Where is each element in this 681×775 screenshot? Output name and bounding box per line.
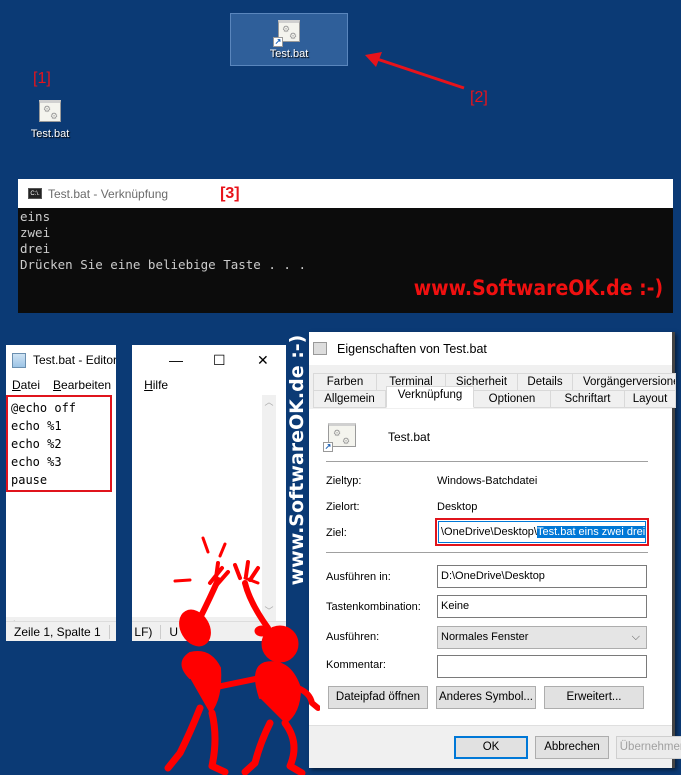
apply-button[interactable]: Übernehmen xyxy=(616,736,681,759)
cancel-button[interactable]: Abbrechen xyxy=(535,736,609,759)
notepad-title: Test.bat - Editor xyxy=(33,353,118,367)
zieltyp-value: Windows-Batchdatei xyxy=(437,475,538,487)
kommentar-input[interactable] xyxy=(437,655,647,678)
ausfuehren-label: Ausführen: xyxy=(326,631,380,643)
tab-allgemein[interactable]: Allgemein xyxy=(313,390,386,408)
batch-shortcut-icon: ⚙ ⚙ ↗ xyxy=(273,20,300,47)
desktop-icon-label: Test.bat xyxy=(269,48,309,60)
annotation-arrow xyxy=(365,52,465,90)
ziel-highlight: \OneDrive\Desktop\Test.bat eins zwei dre… xyxy=(435,518,649,546)
scroll-up-icon[interactable]: ︿ xyxy=(262,395,276,408)
shortcut-properties-icon xyxy=(313,342,327,355)
ok-button[interactable]: OK xyxy=(454,736,528,759)
chevron-down-icon: ⌵ xyxy=(631,631,640,643)
shortcut-arrow-icon: ↗ xyxy=(323,442,333,452)
ziel-selected-text: Test.bat eins zwei drei xyxy=(536,526,646,538)
tab-strip: Farben Terminal Sicherheit Details Vorgä… xyxy=(309,365,676,409)
advanced-button[interactable]: Erweitert... xyxy=(544,686,644,709)
zielort-value: Desktop xyxy=(437,501,478,513)
code-line: @echo off xyxy=(11,401,77,415)
marker-1: [1] xyxy=(33,70,51,87)
batch-code-highlight[interactable]: @echo off echo %1 echo %2 echo %3 pause xyxy=(6,395,112,492)
console-window[interactable]: C:\. Test.bat - Verknüpfung [3] eins zwe… xyxy=(18,179,673,313)
notepad-menubar: Datei Bearbeiten Hilfe xyxy=(6,375,286,395)
notepad-icon xyxy=(12,352,26,368)
tab-verknuepfung[interactable]: Verknüpfung xyxy=(386,386,474,408)
ausfuehren-in-input[interactable]: D:\OneDrive\Desktop xyxy=(437,565,647,588)
dialog-title: Eigenschaften von Test.bat xyxy=(337,341,487,356)
menu-datei[interactable]: Datei xyxy=(12,378,40,392)
cmd-icon: C:\. xyxy=(28,188,42,199)
notepad-titlebar[interactable]: Test.bat - Editor xyxy=(6,345,286,375)
window-gap xyxy=(116,345,132,641)
desktop-icon-label: Test.bat xyxy=(30,128,70,140)
watermark-text: www.SoftwareOK.de :-) xyxy=(413,276,663,300)
open-path-button[interactable]: Dateipfad öffnen xyxy=(328,686,428,709)
file-icon: ⚙ ⚙ ↗ xyxy=(323,423,356,452)
desktop-icon-test-bat[interactable]: ⚙ ⚙ Test.bat xyxy=(20,100,80,140)
tab-vorgaengerversionen[interactable]: Vorgängerversionen xyxy=(572,373,676,391)
marker-2: [2] xyxy=(470,89,488,106)
high-five-figures-illustration xyxy=(164,536,320,775)
close-button[interactable]: ✕ xyxy=(257,353,269,367)
marker-3: [3] xyxy=(220,184,240,202)
console-output[interactable]: eins zwei drei Drücken Sie eine beliebig… xyxy=(18,208,673,313)
ziel-input[interactable]: \OneDrive\Desktop\Test.bat eins zwei dre… xyxy=(438,521,646,543)
tab-details[interactable]: Details xyxy=(517,373,573,391)
code-line: echo %1 xyxy=(11,419,62,433)
maximize-button[interactable]: ☐ xyxy=(213,353,226,367)
console-line: Drücken Sie eine beliebige Taste . . . xyxy=(20,257,306,272)
console-title: Test.bat - Verknüpfung xyxy=(48,186,169,201)
batch-file-icon: ⚙ ⚙ xyxy=(39,100,61,122)
code-line: echo %2 xyxy=(11,437,62,451)
properties-dialog[interactable]: Eigenschaften von Test.bat Farben Termin… xyxy=(309,332,681,768)
dialog-titlebar[interactable]: Eigenschaften von Test.bat xyxy=(309,332,672,365)
ausfuehren-select[interactable]: Normales Fenster ⌵ xyxy=(437,626,647,649)
tastenkombination-input[interactable]: Keine xyxy=(437,595,647,618)
shortcut-tab-panel: ⚙ ⚙ ↗ Test.bat Zieltyp: Windows-Batchdate… xyxy=(309,409,672,725)
change-icon-button[interactable]: Anderes Symbol... xyxy=(436,686,536,709)
tab-farben[interactable]: Farben xyxy=(313,373,377,391)
menu-hilfe[interactable]: Hilfe xyxy=(144,378,168,392)
tab-schriftart[interactable]: Schriftart xyxy=(550,390,625,408)
zielort-label: Zielort: xyxy=(326,501,360,513)
code-line: pause xyxy=(11,473,48,487)
file-name: Test.bat xyxy=(388,430,431,444)
tab-optionen[interactable]: Optionen xyxy=(473,390,551,408)
tab-layout[interactable]: Layout xyxy=(624,390,676,408)
console-line: eins xyxy=(20,209,51,224)
code-line: echo %3 xyxy=(11,455,62,469)
shortcut-arrow-icon: ↗ xyxy=(273,37,283,47)
kommentar-label: Kommentar: xyxy=(326,659,386,671)
separator xyxy=(326,552,648,553)
tastenkombination-label: Tastenkombination: xyxy=(326,601,421,613)
console-line: drei xyxy=(20,241,51,256)
dialog-footer: OK Abbrechen Übernehmen xyxy=(309,725,681,768)
console-line: zwei xyxy=(20,225,51,240)
console-titlebar[interactable]: C:\. Test.bat - Verknüpfung [3] xyxy=(18,179,673,208)
minimize-button[interactable]: — xyxy=(169,353,183,367)
status-position: Zeile 1, Spalte 1 xyxy=(14,624,110,639)
ausfuehren-in-label: Ausführen in: xyxy=(326,571,391,583)
desktop-icon-test-bat-shortcut[interactable]: ⚙ ⚙ ↗ Test.bat xyxy=(230,13,348,66)
menu-bearbeiten[interactable]: Bearbeiten xyxy=(53,378,111,392)
separator xyxy=(326,461,648,462)
zieltyp-label: Zieltyp: xyxy=(326,475,362,487)
ziel-label: Ziel: xyxy=(326,527,347,539)
